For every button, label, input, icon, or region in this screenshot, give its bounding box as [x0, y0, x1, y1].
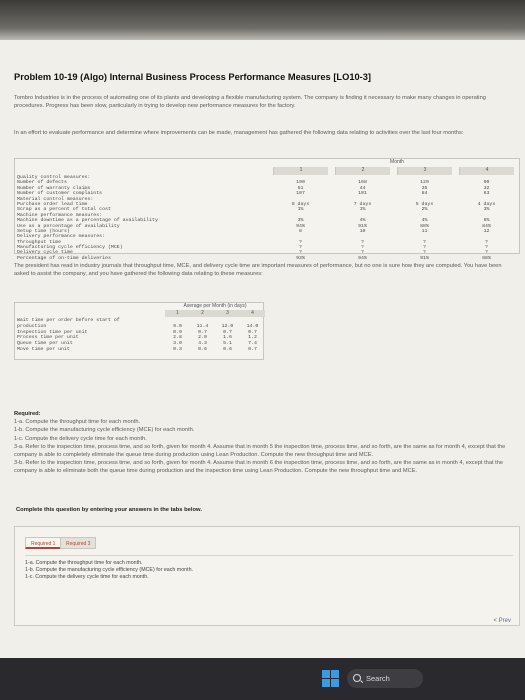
- row-label: Move time per unit: [17, 346, 70, 352]
- table-cell: 0.6: [223, 346, 232, 352]
- t1-col-2: 2: [335, 167, 390, 175]
- t1-values-month-1: 190 51 107 8 days 1% 3% 94% 8??? 93%: [273, 175, 328, 261]
- t2-col-4: 4: [240, 310, 265, 317]
- t2-col-2: 2: [190, 310, 215, 317]
- tab-content: 1-a. Compute the throughput time for eac…: [25, 555, 513, 615]
- t2-col-3: 3: [215, 310, 240, 317]
- t2-values-month-1: 9.0 0.9 2.8 3.0 0.3: [165, 318, 190, 353]
- t1-col-1: 1: [273, 167, 328, 175]
- required-heading: Required:: [14, 411, 41, 417]
- required-item: 1-b. Compute the manufacturing cycle eff…: [14, 427, 195, 434]
- windows-start-icon[interactable]: [322, 670, 339, 687]
- tab-content-line: 1-a. Compute the throughput time for eac…: [25, 560, 143, 566]
- t2-values-month-2: 11.4 0.7 2.0 4.3 0.6: [190, 318, 215, 353]
- table-cell: 0.7: [248, 346, 257, 352]
- table-cell: 88%: [482, 255, 491, 261]
- average-times-table: Average per Month (in days) 1 2 3 4 Wait…: [14, 302, 265, 360]
- average-header: Average per Month (in days): [183, 303, 247, 309]
- table-cell: 93%: [296, 255, 305, 261]
- search-label: Search: [366, 674, 390, 683]
- t2-values-month-4: 14.0 0.7 1.2 7.4 0.7: [240, 318, 265, 353]
- table-cell: 94%: [358, 255, 367, 261]
- tab-required-1[interactable]: Required 1: [25, 537, 62, 549]
- search-icon: [353, 674, 361, 682]
- taskbar: Search: [0, 658, 525, 700]
- president-paragraph: The president has read in industry journ…: [14, 263, 502, 278]
- effort-paragraph: In an effort to evaluate performance and…: [14, 130, 464, 136]
- t1-values-month-2: 168 44 101 7 days 1% 4% 91% 10??? 94%: [335, 175, 390, 261]
- required-item: 3-b. Refer to the inspection time, proce…: [14, 460, 504, 475]
- monthly-measures-table: Month 1 2 3 4 Quality control measures: …: [14, 158, 520, 261]
- table-cell: 0.6: [198, 346, 207, 352]
- month-header: Month: [390, 159, 404, 165]
- t2-row-labels: Wait time per order before start of prod…: [17, 318, 162, 353]
- t1-col-4: 4: [459, 167, 514, 175]
- tab-content-line: 1-b. Compute the manufacturing cycle eff…: [25, 567, 194, 573]
- t2-col-1: 1: [165, 310, 190, 317]
- window-top-shadow: [0, 0, 525, 40]
- document-page: Problem 10-19 (Algo) Internal Business P…: [0, 40, 525, 658]
- required-item: 3-a. Refer to the inspection time, proce…: [14, 443, 506, 459]
- table-cell: 91%: [420, 255, 429, 261]
- tabs-instruction: Complete this question by entering your …: [16, 507, 202, 513]
- taskbar-search-button[interactable]: Search: [347, 669, 423, 688]
- problem-title: Problem 10-19 (Algo) Internal Business P…: [14, 72, 372, 82]
- table-cell: 0.3: [173, 346, 182, 352]
- required-section: Required: 1-a. Compute the throughput ti…: [14, 410, 514, 476]
- intro-paragraph: Tombro Industries is in the process of a…: [14, 95, 486, 110]
- tab-required-3[interactable]: Required 3: [60, 537, 97, 549]
- tab-content-line: 1-c. Compute the delivery cycle time for…: [25, 574, 149, 580]
- t1-col-3: 3: [397, 167, 452, 175]
- t1-values-month-3: 129 35 84 5 days 2% 4% 88% 11??? 91%: [397, 175, 452, 261]
- t1-values-month-4: 90 32 63 4 days 3% 6% 84% 12??? 88%: [459, 175, 514, 261]
- answer-tabs-panel: Required 1 Required 3 1-a. Compute the t…: [14, 526, 520, 626]
- required-item: 1-c. Compute the delivery cycle time for…: [14, 435, 147, 442]
- required-item: 1-a. Compute the throughput time for eac…: [14, 419, 141, 426]
- t2-values-month-3: 12.0 0.7 1.6 5.1 0.6: [215, 318, 240, 353]
- prev-button[interactable]: < Prev: [493, 618, 511, 624]
- t1-row-labels: Quality control measures: Number of defe…: [17, 175, 267, 261]
- row-label: Percentage of on-time deliveries: [17, 255, 111, 261]
